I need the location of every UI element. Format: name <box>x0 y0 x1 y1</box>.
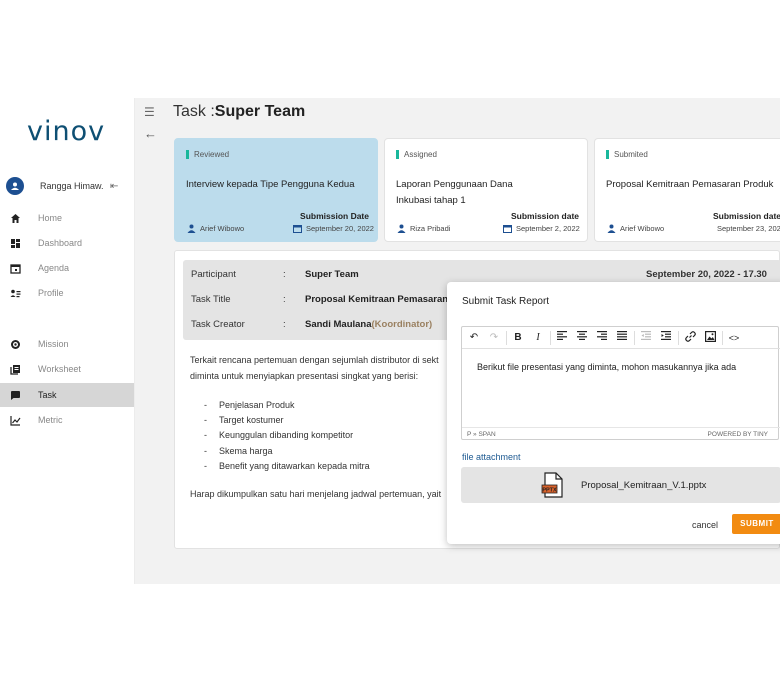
nav-label-worksheet: Worksheet <box>38 364 81 374</box>
nav-item-dashboard[interactable]: Dashboard <box>0 231 134 255</box>
nav-label-home: Home <box>38 213 63 223</box>
svg-text:PPTX: PPTX <box>542 488 557 494</box>
bold-icon[interactable]: B <box>511 331 525 345</box>
back-arrow-icon[interactable]: ← <box>144 126 157 141</box>
file-name: Proposal_Kemitraan_V.1.pptx <box>581 480 707 491</box>
image-icon[interactable] <box>703 331 717 345</box>
list-item: - Target kostumer <box>204 415 284 426</box>
task-creator-row: Task Creator: Sandi Maulana(Koordinator) <box>191 319 433 330</box>
task-card-title: Interview kepada Tipe Pengguna Kedua <box>186 179 355 190</box>
dashboard-icon <box>9 237 21 249</box>
editor-toolbar: ↶ ↷ B I <> <box>462 327 780 349</box>
task-assignee: Riza Pribadi <box>397 224 450 233</box>
italic-icon[interactable]: I <box>531 331 545 345</box>
page-title-team: Super Team <box>214 103 306 120</box>
submission-date-label: Submission Date <box>300 211 369 221</box>
app-root: vinov Rangga Himaw... ⇤ Home Dashboard A… <box>0 98 780 584</box>
nav-item-profile[interactable]: Profile <box>0 281 134 305</box>
align-justify-icon[interactable] <box>615 331 629 345</box>
outdent-icon[interactable] <box>639 331 653 345</box>
user-name: Rangga Himaw... <box>40 181 104 191</box>
chat-icon <box>9 389 21 401</box>
person-icon <box>187 224 196 233</box>
editor-content[interactable]: Berikut file presentasi yang diminta, mo… <box>477 362 736 372</box>
submission-date-label: Submission date <box>510 211 579 221</box>
page-title-prefix: Task : <box>173 103 215 120</box>
link-icon[interactable] <box>683 331 697 345</box>
task-closing-text: Harap dikumpulkan satu hari menjelang ja… <box>190 489 442 499</box>
align-right-icon[interactable] <box>595 331 609 345</box>
align-left-icon[interactable] <box>555 331 569 345</box>
home-icon <box>9 212 21 224</box>
nav-label-task: Task <box>38 390 57 400</box>
nav-item-metric[interactable]: Metric <box>0 408 134 432</box>
task-card[interactable]: Reviewed Interview kepada Tipe Pengguna … <box>174 138 378 242</box>
profile-icon <box>9 287 21 299</box>
nav-label-profile: Profile <box>38 288 64 298</box>
list-item: - Penjelasan Produk <box>204 400 295 410</box>
task-assignee: Arief Wibowo <box>607 224 664 233</box>
collapse-sidebar-icon[interactable]: ⇤ <box>110 181 118 192</box>
element-path: P » SPAN <box>467 431 496 438</box>
submit-task-modal: Submit Task Report ↶ ↷ B I <> Berikut fi… <box>447 282 780 544</box>
participant-row: Participant: Super Team <box>191 269 359 280</box>
mission-icon <box>9 338 21 350</box>
person-icon <box>607 224 616 233</box>
submission-date-label: Submission date <box>713 211 780 221</box>
status-badge: Submited <box>606 150 648 159</box>
task-title-row: Task Title: Proposal Kemitraan Pemasaran … <box>191 294 472 305</box>
menu-icon[interactable]: ☰ <box>144 105 155 119</box>
task-card[interactable]: Assigned Laporan Penggunaan Dana Inkubas… <box>384 138 588 242</box>
task-card[interactable]: Submited Proposal Kemitraan Pemasaran Pr… <box>594 138 780 242</box>
task-deadline: September 20, 2022 - 17.30 <box>646 269 767 280</box>
status-badge: Assigned <box>396 150 437 159</box>
nav-item-task[interactable]: Task <box>0 383 134 407</box>
task-date: September 23, 2022 <box>713 224 780 233</box>
task-date: September 2, 2022 <box>503 224 580 233</box>
task-assignee: Arief Wibowo <box>187 224 244 233</box>
rich-text-editor[interactable]: ↶ ↷ B I <> Berikut file presentasi yang … <box>461 326 780 440</box>
indent-icon[interactable] <box>659 331 673 345</box>
redo-icon[interactable]: ↷ <box>487 331 501 345</box>
code-icon[interactable]: <> <box>727 331 741 345</box>
calendar-icon <box>503 225 512 233</box>
status-badge: Reviewed <box>186 150 229 159</box>
list-item: - Keunggulan dibanding kompetitor <box>204 430 354 441</box>
file-attachment-label: file attachment <box>462 452 521 462</box>
chart-icon <box>9 414 21 426</box>
editor-statusbar: P » SPAN POWERED BY TINY <box>462 427 780 440</box>
nav-label-metric: Metric <box>38 415 63 425</box>
nav-label-mission: Mission <box>38 339 69 349</box>
undo-icon[interactable]: ↶ <box>467 331 481 345</box>
task-card-title: Laporan Penggunaan Dana Inkubasi tahap 1 <box>396 179 513 206</box>
align-center-icon[interactable] <box>575 331 589 345</box>
brand-logo[interactable]: vinov <box>27 116 105 147</box>
person-icon <box>397 224 406 233</box>
user-profile[interactable]: Rangga Himaw... ⇤ <box>6 175 131 197</box>
page-title: Task :Super Team <box>173 103 305 121</box>
file-attachment[interactable]: PPTX Proposal_Kemitraan_V.1.pptx <box>461 467 780 503</box>
powered-by[interactable]: POWERED BY TINY <box>708 431 768 438</box>
cancel-button[interactable]: cancel <box>692 520 718 530</box>
nav-label-dashboard: Dashboard <box>38 238 83 248</box>
task-date: September 20, 2022 <box>293 224 374 233</box>
worksheet-icon <box>9 363 21 375</box>
avatar-icon <box>6 177 24 195</box>
nav-item-agenda[interactable]: Agenda <box>0 256 134 280</box>
calendar-icon <box>9 262 21 274</box>
task-card-title: Proposal Kemitraan Pemasaran Produk <box>606 179 774 190</box>
pptx-file-icon: PPTX <box>541 472 565 503</box>
nav-label-agenda: Agenda <box>38 263 70 273</box>
calendar-icon <box>293 225 302 233</box>
list-item: - Skema harga <box>204 445 273 456</box>
nav-item-mission[interactable]: Mission <box>0 332 134 356</box>
submit-button[interactable]: SUBMIT <box>732 514 780 534</box>
list-item: - Benefit yang ditawarkan kepada mitra <box>204 460 370 471</box>
nav-item-worksheet[interactable]: Worksheet <box>0 357 134 381</box>
task-bullets: - Penjelasan Produk - Target kostumer - Keu… <box>204 398 370 474</box>
nav-item-home[interactable]: Home <box>0 206 134 230</box>
sidebar: vinov Rangga Himaw... ⇤ Home Dashboard A… <box>0 98 135 584</box>
modal-title: Submit Task Report <box>462 296 550 307</box>
task-description: Terkait rencana pertemuan dengan sejumla… <box>190 355 439 381</box>
